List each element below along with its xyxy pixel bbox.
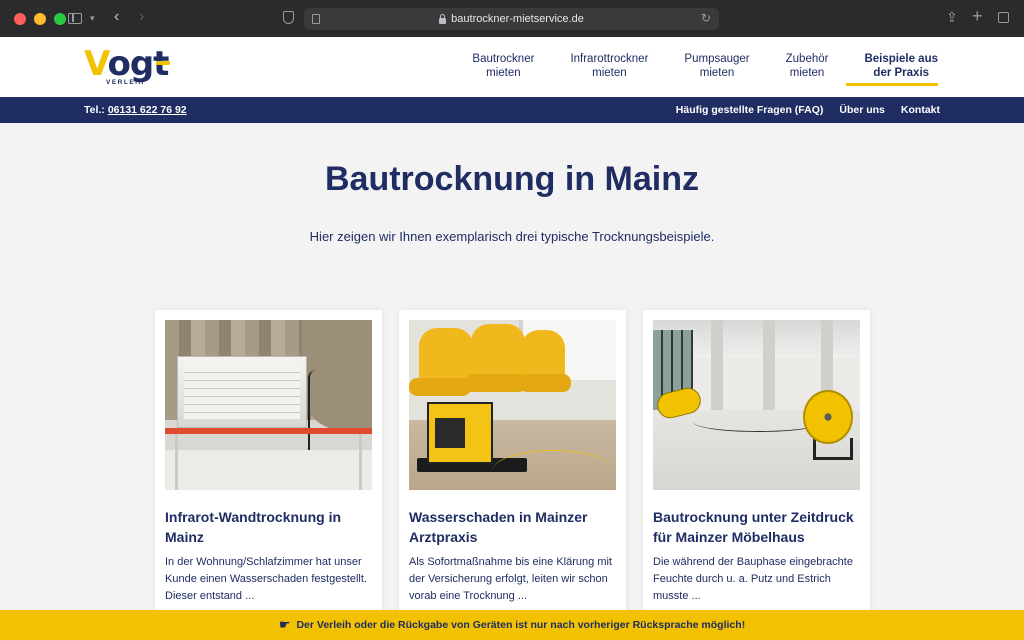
- forward-arrow-icon[interactable]: ›: [139, 8, 144, 26]
- phone-contact: Tel.: 06131 622 76 92: [84, 104, 187, 116]
- card-excerpt: Als Sofortmaßnahme bis eine Klärung mit …: [409, 556, 612, 602]
- nav-bautrockner[interactable]: Bautrockner mieten: [454, 52, 552, 80]
- address-bar[interactable]: bautrockner-mietservice.de ↻: [304, 8, 719, 30]
- browser-toolbar: ▾ ‹ › bautrockner-mietservice.de ↻ ⇪ +: [0, 0, 1024, 37]
- card-excerpt: Die während der Bauphase einge­brachte F…: [653, 556, 853, 602]
- nav-infrarottrockner[interactable]: Infrarottrockner mieten: [552, 52, 666, 80]
- example-image-waiting-room[interactable]: [409, 320, 616, 490]
- secondary-bar: Tel.: 06131 622 76 92 Häufig gestellte Fr…: [0, 97, 1024, 123]
- example-card-infrared[interactable]: Infrarot-Wandtrocknung in Mainz In der W…: [155, 310, 382, 620]
- sidebar-toggle-icon[interactable]: [68, 13, 82, 24]
- window-controls: [14, 12, 66, 25]
- logo-subtitle: VERLEIH: [106, 79, 145, 86]
- main-navigation: Bautrockner mieten Infrarottrockner mieten…: [454, 52, 940, 86]
- vogt-logo[interactable]: Vogt VERLEIH: [84, 47, 174, 87]
- example-card-arztpraxis[interactable]: Wasserschaden in Mainzer Arztpraxis Als …: [399, 310, 626, 620]
- pointing-hand-icon: ☛: [278, 617, 291, 632]
- card-title[interactable]: Bautrocknung unter Zeitdruck für Mainzer…: [653, 507, 860, 547]
- tab-overview-icon[interactable]: [998, 12, 1009, 23]
- card-title[interactable]: Infrarot-Wandtrocknung in Mainz: [165, 507, 372, 547]
- card-title[interactable]: Wasserschaden in Mainzer Arztpraxis: [409, 507, 616, 547]
- nav-beispiele-aus-der-praxis[interactable]: Beispiele aus der Praxis: [846, 52, 940, 86]
- chevron-down-icon[interactable]: ▾: [90, 13, 95, 24]
- privacy-shield-icon[interactable]: [283, 11, 294, 24]
- address-text: bautrockner-mietservice.de: [439, 13, 584, 25]
- example-image-furniture-hall[interactable]: [653, 320, 860, 490]
- example-image-infrared-wall[interactable]: [165, 320, 372, 490]
- secondary-navigation: Häufig gestellte Fragen (FAQ) Über uns K…: [676, 104, 940, 116]
- nav-zubehoer[interactable]: Zubehör mieten: [768, 52, 847, 80]
- card-excerpt: In der Wohnung/Schlafzimmer hat unser Ku…: [165, 556, 367, 602]
- contact-link[interactable]: Kontakt: [901, 104, 940, 116]
- notice-bar: ☛ Der Verleih oder die Rückgabe von Gerä…: [0, 610, 1024, 640]
- back-arrow-icon[interactable]: ‹: [114, 8, 119, 26]
- notice-text: Der Verleih oder die Rückgabe von Geräte…: [296, 619, 746, 631]
- example-card-moebelhaus[interactable]: Bautrocknung unter Zeitdruck für Mainzer…: [643, 310, 870, 620]
- logo-swoosh: [156, 61, 170, 65]
- new-tab-icon[interactable]: +: [972, 6, 983, 27]
- lock-icon: [439, 13, 447, 24]
- minimize-window-button[interactable]: [34, 12, 46, 25]
- faq-link[interactable]: Häufig gestellte Fragen (FAQ): [676, 104, 824, 116]
- reload-icon[interactable]: ↻: [701, 11, 711, 25]
- page-lead: Hier zeigen wir Ihnen exemplarisch drei …: [309, 229, 715, 244]
- site-header: Vogt VERLEIH Bautrockner mieten Infrarott…: [0, 37, 1024, 97]
- page-icon: [312, 14, 320, 24]
- share-icon[interactable]: ⇪: [946, 9, 958, 26]
- phone-number-link[interactable]: 06131 622 76 92: [108, 104, 187, 116]
- phone-label: Tel.:: [84, 104, 105, 116]
- examples-list: Infrarot-Wandtrocknung in Mainz In der W…: [155, 310, 870, 620]
- zoom-window-button[interactable]: [54, 12, 66, 25]
- page-title: Bautrocknung in Mainz: [325, 160, 699, 198]
- nav-pumpsauger[interactable]: Pumpsauger mieten: [666, 52, 767, 80]
- url-label: bautrockner-mietservice.de: [451, 13, 584, 25]
- about-link[interactable]: Über uns: [839, 104, 885, 116]
- close-window-button[interactable]: [14, 12, 26, 25]
